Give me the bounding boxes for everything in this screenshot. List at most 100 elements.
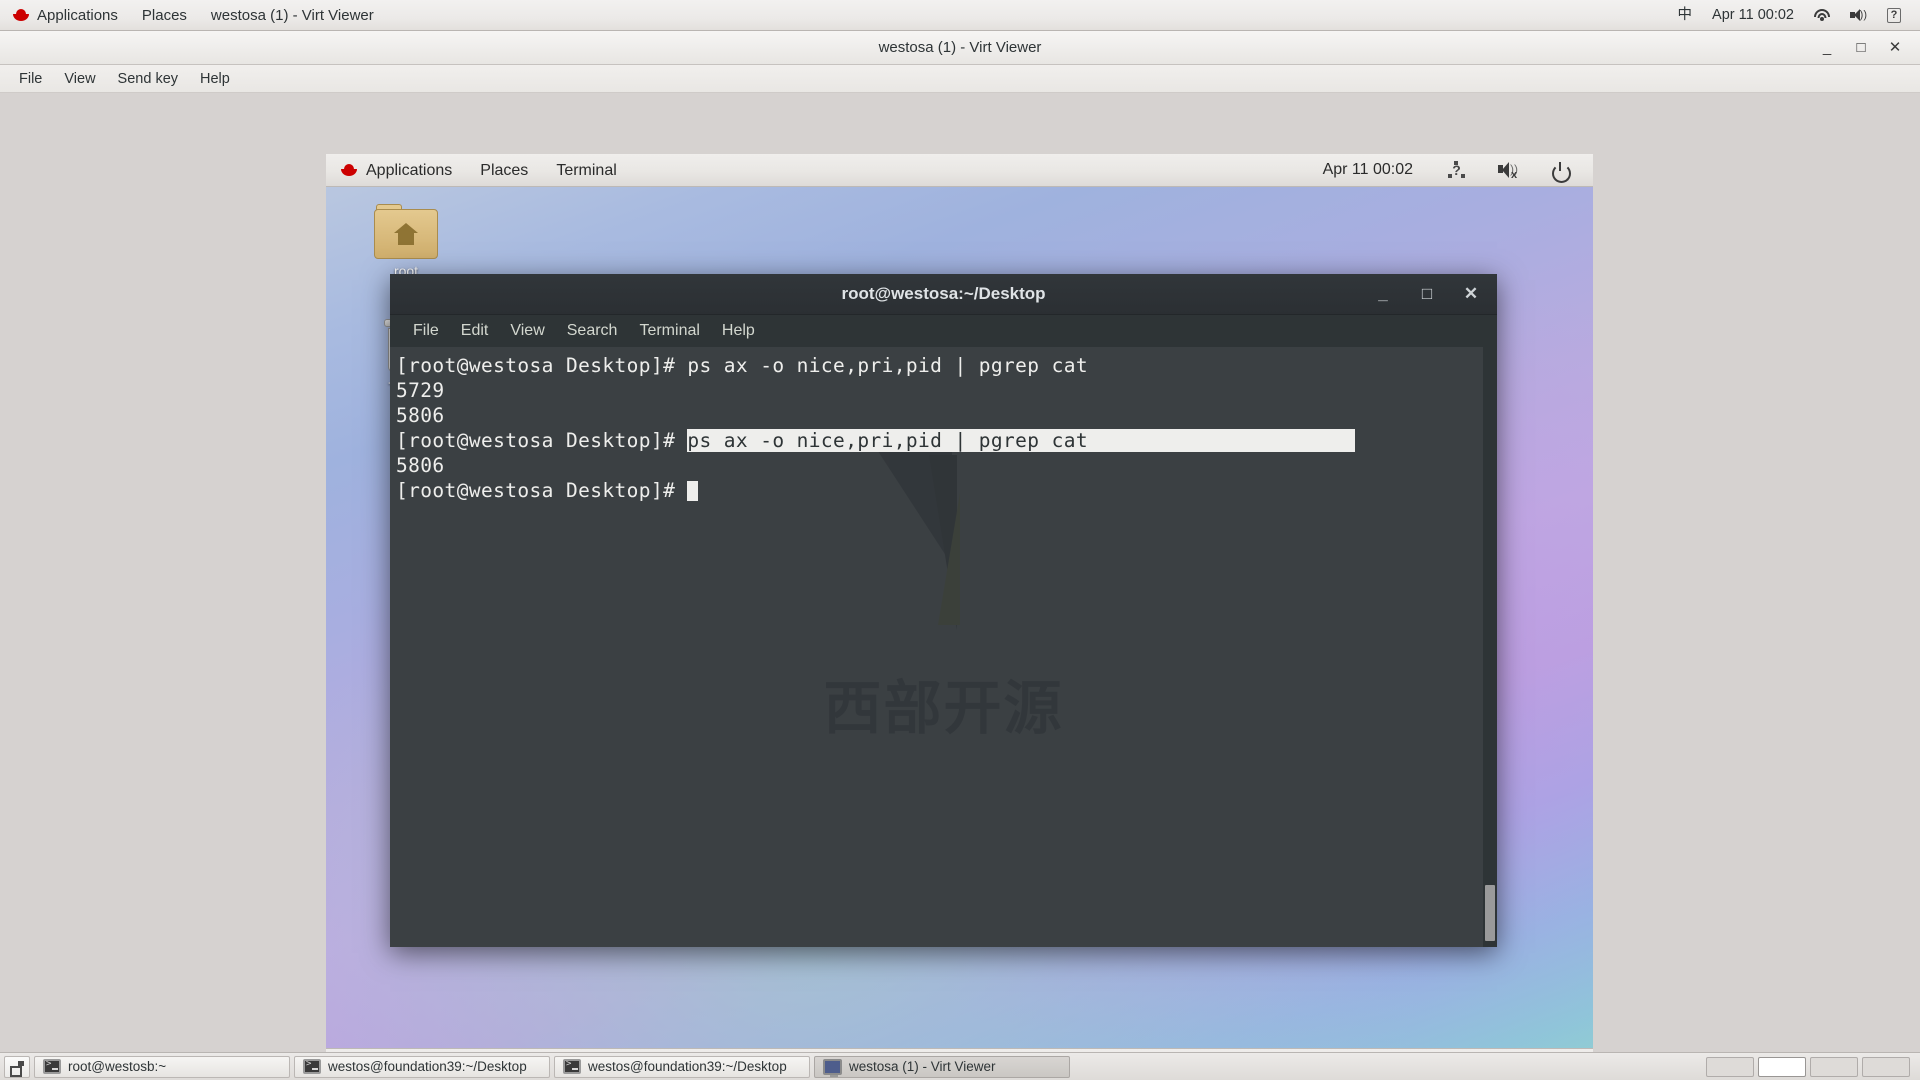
- terminal-output[interactable]: [root@westosa Desktop]# ps ax -o nice,pr…: [396, 353, 1497, 503]
- input-method-icon: [1447, 161, 1466, 179]
- virt-viewer-window-controls: _ □ ✕: [1818, 31, 1912, 65]
- vm-top-panel: Applications Places Terminal Apr 11 00:0…: [326, 154, 1593, 187]
- vm-input-method-indicator[interactable]: [1433, 154, 1480, 187]
- maximize-button[interactable]: □: [1852, 39, 1870, 57]
- host-workspace-1[interactable]: [1706, 1056, 1754, 1077]
- host-active-window-title[interactable]: westosa (1) - Virt Viewer: [199, 0, 386, 31]
- close-button[interactable]: ✕: [1886, 39, 1904, 57]
- host-places-label: Places: [141, 6, 187, 24]
- host-task-1-label: westos@foundation39:~/Desktop: [328, 1059, 527, 1074]
- host-desktop: Applications Places westosa (1) - Virt V…: [0, 0, 1920, 1080]
- host-workspace-2[interactable]: [1758, 1056, 1806, 1077]
- terminal-menu-search[interactable]: Search: [556, 315, 629, 347]
- menu-file[interactable]: File: [8, 65, 53, 93]
- host-bottom-panel: root@westosb:~ westos@foundation39:~/Des…: [0, 1052, 1920, 1080]
- menu-view[interactable]: View: [53, 65, 106, 93]
- terminal-watermark-text: 西部开源: [823, 674, 1064, 742]
- host-status-area: 中 Apr 11 00:02 )) ?: [1669, 0, 1920, 31]
- terminal-titlebar[interactable]: root@westosa:~/Desktop _ □ ✕: [390, 274, 1497, 315]
- terminal-line: 5806: [396, 453, 1497, 478]
- host-task-1[interactable]: westos@foundation39:~/Desktop: [294, 1055, 550, 1078]
- terminal-active-line[interactable]: [root@westosa Desktop]#: [396, 478, 1497, 503]
- vm-status-area: Apr 11 00:02 ))x: [1315, 154, 1593, 187]
- terminal-body[interactable]: 西部开源 [root@westosa Desktop]# ps ax -o ni…: [390, 347, 1497, 947]
- vm-screen: Applications Places Terminal Apr 11 00:0…: [326, 154, 1593, 1080]
- terminal-minimize-button[interactable]: _: [1375, 285, 1391, 303]
- host-applications-label: Applications: [37, 6, 118, 24]
- minimize-button[interactable]: _: [1818, 39, 1836, 57]
- terminal-command: ps ax -o nice,pri,pid | pgrep cat: [687, 429, 1356, 452]
- virt-viewer-menubar: File View Send key Help: [0, 65, 1920, 93]
- terminal-line: 5806: [396, 403, 1497, 428]
- volume-icon: )): [1850, 8, 1867, 22]
- terminal-icon: [43, 1059, 61, 1074]
- host-applications-menu[interactable]: Applications: [0, 0, 130, 31]
- virt-viewer-titlebar[interactable]: westosa (1) - Virt Viewer _ □ ✕: [0, 31, 1920, 65]
- terminal-output-value: 5806: [396, 404, 445, 427]
- volume-muted-icon: )) x: [1498, 161, 1520, 180]
- host-wifi-indicator[interactable]: [1805, 0, 1839, 31]
- terminal-scrollbar-thumb[interactable]: [1485, 885, 1495, 941]
- host-workspace-3[interactable]: [1810, 1056, 1858, 1077]
- redhat-logo-icon: [340, 163, 358, 177]
- terminal-icon: [303, 1059, 321, 1074]
- terminal-menu-edit[interactable]: Edit: [450, 315, 500, 347]
- terminal-line: [root@westosa Desktop]# ps ax -o nice,pr…: [396, 353, 1497, 378]
- terminal-output-value: 5729: [396, 379, 445, 402]
- terminal-menu-help[interactable]: Help: [711, 315, 766, 347]
- terminal-window: root@westosa:~/Desktop _ □ ✕ File Edit V…: [390, 274, 1497, 947]
- wifi-icon: [1814, 8, 1830, 22]
- host-task-2[interactable]: westos@foundation39:~/Desktop: [554, 1055, 810, 1078]
- home-folder-icon: [374, 204, 438, 259]
- virt-viewer-window: westosa (1) - Virt Viewer _ □ ✕ File Vie…: [0, 31, 1920, 1080]
- terminal-menu-view[interactable]: View: [499, 315, 555, 347]
- vm-volume-indicator[interactable]: )) x: [1484, 154, 1534, 187]
- terminal-command: ps ax -o nice,pri,pid | pgrep cat: [687, 354, 1088, 377]
- terminal-line: 5729: [396, 378, 1497, 403]
- terminal-close-button[interactable]: ✕: [1463, 285, 1479, 303]
- terminal-icon: [563, 1059, 581, 1074]
- host-task-0-label: root@westosb:~: [68, 1059, 167, 1074]
- host-top-panel: Applications Places westosa (1) - Virt V…: [0, 0, 1920, 31]
- menu-help[interactable]: Help: [189, 65, 241, 93]
- terminal-prompt: [root@westosa Desktop]#: [396, 479, 688, 502]
- terminal-menu-terminal[interactable]: Terminal: [628, 315, 710, 347]
- host-volume-indicator[interactable]: )): [1841, 0, 1876, 31]
- vm-terminal-menu[interactable]: Terminal: [542, 154, 630, 187]
- terminal-menubar: File Edit View Search Terminal Help: [390, 315, 1497, 347]
- terminal-title: root@westosa:~/Desktop: [841, 284, 1046, 303]
- host-active-window-label: westosa (1) - Virt Viewer: [210, 6, 374, 24]
- terminal-window-controls: _ □ ✕: [1375, 285, 1487, 303]
- terminal-prompt: [root@westosa Desktop]#: [396, 354, 688, 377]
- terminal-output-value: 5806: [396, 454, 445, 477]
- virt-viewer-display-area: Applications Places Terminal Apr 11 00:0…: [0, 93, 1920, 1080]
- vm-terminal-label: Terminal: [556, 161, 617, 179]
- host-clock-label: Apr 11 00:02: [1712, 6, 1794, 23]
- host-clock[interactable]: Apr 11 00:02: [1703, 0, 1803, 31]
- host-places-menu[interactable]: Places: [130, 0, 199, 31]
- vm-applications-menu[interactable]: Applications: [326, 154, 466, 187]
- vm-places-menu[interactable]: Places: [466, 154, 542, 187]
- host-workspace-switcher[interactable]: [1706, 1056, 1916, 1077]
- host-task-2-label: westos@foundation39:~/Desktop: [588, 1059, 787, 1074]
- help-icon: ?: [1887, 7, 1901, 23]
- host-task-3-label: westosa (1) - Virt Viewer: [849, 1059, 996, 1074]
- host-workspace-4[interactable]: [1862, 1056, 1910, 1077]
- menu-send-key[interactable]: Send key: [107, 65, 189, 93]
- host-input-method-indicator[interactable]: 中: [1669, 0, 1702, 31]
- redhat-logo-icon: [12, 8, 30, 22]
- vm-power-indicator[interactable]: [1538, 154, 1583, 187]
- host-task-3[interactable]: westosa (1) - Virt Viewer: [814, 1055, 1070, 1078]
- host-help-indicator[interactable]: ?: [1878, 0, 1910, 31]
- power-icon: [1552, 161, 1571, 183]
- desktop-icon-root[interactable]: root: [356, 204, 456, 279]
- terminal-scrollbar[interactable]: [1483, 347, 1497, 947]
- terminal-maximize-button[interactable]: □: [1419, 285, 1435, 303]
- virt-viewer-title: westosa (1) - Virt Viewer: [878, 39, 1042, 56]
- show-desktop-icon[interactable]: [4, 1055, 30, 1078]
- terminal-cursor: [687, 481, 699, 501]
- display-icon: [823, 1058, 842, 1077]
- vm-clock[interactable]: Apr 11 00:02: [1315, 161, 1429, 179]
- host-task-0[interactable]: root@westosb:~: [34, 1055, 290, 1078]
- terminal-menu-file[interactable]: File: [402, 315, 450, 347]
